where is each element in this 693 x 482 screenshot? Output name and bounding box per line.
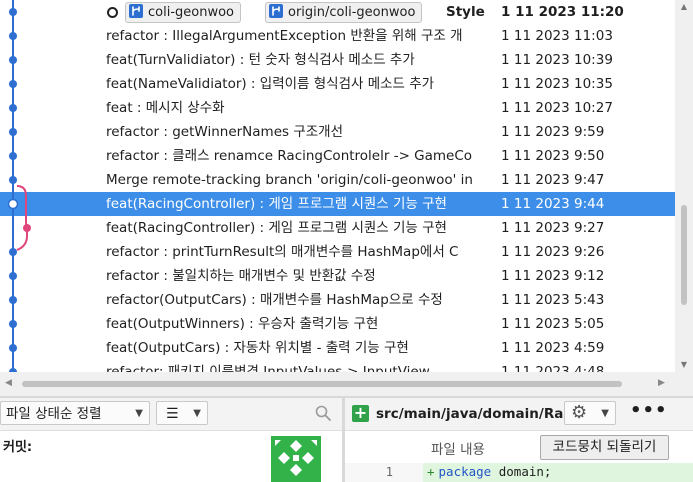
commit-history-list[interactable]: coli-geonwoo origin/coli-geonwoo Style 1… xyxy=(0,0,675,372)
sort-order-dropdown[interactable]: 파일 상태순 정렬 ▼ xyxy=(0,401,150,425)
commit-row[interactable]: refactor: 패키지 이름변경 InputValues-> InputVi… xyxy=(0,360,675,372)
chevron-down-icon: ▼ xyxy=(135,408,143,419)
discard-hunk-button[interactable]: 코드뭉치 되돌리기 xyxy=(540,435,669,460)
commit-message: refactor : 불일치하는 매개변수 및 반환값 수정 xyxy=(106,268,376,284)
commit-date: 1 11 2023 4:48 xyxy=(501,364,605,372)
line-number: 1 xyxy=(385,465,393,479)
commit-row[interactable]: Merge remote-tracking branch 'origin/col… xyxy=(0,168,675,192)
commit-message: feat(RacingController) : 게임 프로그램 시퀀스 기능 … xyxy=(106,196,447,212)
commit-message: refactor: 패키지 이름변경 InputValues-> InputVi… xyxy=(106,364,430,372)
sort-order-label: 파일 상태순 정렬 xyxy=(6,406,102,422)
code-keyword: package xyxy=(438,464,492,479)
commit-row[interactable]: refactor(OutputCars) : 매개변수를 HashMap으로 수… xyxy=(0,288,675,312)
commit-row-head[interactable]: coli-geonwoo origin/coli-geonwoo Style 1… xyxy=(0,0,675,24)
commit-message: refactor : IllegalArgumentException 반환을 … xyxy=(106,28,463,44)
commit-row[interactable]: feat(OutputWinners) : 우승자 출력기능 구현 1 11 2… xyxy=(0,312,675,336)
commit-date: 1 11 2023 9:50 xyxy=(501,148,605,164)
list-view-icon: ☰ xyxy=(166,406,179,422)
commit-date: 1 11 2023 9:12 xyxy=(501,268,605,284)
commit-row[interactable]: feat(NameValidiator) : 입력이름 형식검사 메소드 추가 … xyxy=(0,72,675,96)
file-status-toolbar: 파일 상태순 정렬 ▼ ☰ ▼ xyxy=(0,398,342,431)
chevron-down-icon: ▼ xyxy=(193,408,201,419)
commit-message: refactor(OutputCars) : 매개변수를 HashMap으로 수… xyxy=(106,292,443,308)
scroll-up-icon[interactable]: ▲ xyxy=(679,2,689,12)
scroll-left-icon[interactable]: ◀ xyxy=(5,378,12,388)
vertical-scroll-thumb[interactable] xyxy=(681,205,687,305)
commit-row[interactable]: feat : 메시지 상수화 1 11 2023 10:27 xyxy=(0,96,675,120)
diff-line: 1 + package domain; xyxy=(345,463,693,482)
scroll-down-icon[interactable]: ▼ xyxy=(679,360,689,370)
branch-icon xyxy=(269,4,283,18)
commit-date: 1 11 2023 10:35 xyxy=(501,76,613,92)
vertical-scrollbar[interactable]: ▲ ▼ xyxy=(675,0,693,372)
commit-date: 1 11 2023 9:44 xyxy=(501,196,605,212)
commit-date: 1 11 2023 10:27 xyxy=(501,100,613,116)
more-options-button[interactable]: ••• xyxy=(630,401,667,425)
commit-row[interactable]: refactor : IllegalArgumentException 반환을 … xyxy=(0,24,675,48)
remote-branch-label: origin/coli-geonwoo xyxy=(288,5,416,20)
commit-row-selected[interactable]: feat(RacingController) : 게임 프로그램 시퀀스 기능 … xyxy=(0,192,675,216)
code-text: domain; xyxy=(491,464,552,479)
commit-row[interactable]: refactor : 클래스 renamce RacingControlelr … xyxy=(0,144,675,168)
commit-row[interactable]: refactor : getWinnerNames 구조개선 1 11 2023… xyxy=(0,120,675,144)
diff-file-path: src/main/java/domain/Ra... xyxy=(376,406,579,422)
remote-branch-tag[interactable]: origin/coli-geonwoo xyxy=(265,2,423,23)
commit-message: refactor : printTurnResult의 매개변수를 HashMa… xyxy=(106,244,459,260)
commit-graph xyxy=(7,0,31,372)
commit-label: 커밋: xyxy=(3,440,33,455)
commit-row[interactable]: refactor : printTurnResult의 매개변수를 HashMa… xyxy=(0,240,675,264)
commit-date: 1 11 2023 9:26 xyxy=(501,244,605,260)
branch-icon xyxy=(129,4,143,18)
commit-message: feat(NameValidiator) : 입력이름 형식검사 메소드 추가 xyxy=(106,76,435,92)
local-branch-tag[interactable]: coli-geonwoo xyxy=(125,2,241,23)
more-icon: ••• xyxy=(630,400,668,421)
horizontal-scrollbar[interactable]: ◀ ▶ xyxy=(0,372,675,396)
commit-date: 1 11 2023 9:27 xyxy=(501,220,605,236)
file-content-label: 파일 내용 xyxy=(431,442,485,458)
commit-message: feat(OutputCars) : 자동차 위치별 - 출력 기능 구현 xyxy=(106,340,409,356)
commit-date: 1 11 2023 5:05 xyxy=(501,316,605,332)
added-code-line: + package domain; xyxy=(423,463,693,482)
file-added-icon: + xyxy=(352,403,369,422)
commit-message: feat(RacingController) : 게임 프로그램 시퀀스 기능 … xyxy=(106,220,447,236)
commit-date: 1 11 2023 10:39 xyxy=(501,52,613,68)
scrollbar-corner xyxy=(675,372,693,396)
commit-date: 1 11 2023 9:59 xyxy=(501,124,605,140)
commit-message: feat : 메시지 상수화 xyxy=(106,100,225,116)
chevron-down-icon: ▼ xyxy=(601,408,609,419)
commit-date: 1 11 2023 11:20 xyxy=(501,4,624,20)
gear-icon: ⚙ xyxy=(571,402,588,423)
diff-pane: + src/main/java/domain/Ra... ⚙ ▼ ••• 파일 … xyxy=(345,398,693,482)
commit-row[interactable]: feat(TurnValidiator) : 턴 숫자 형식검사 메소드 추가 … xyxy=(0,48,675,72)
commit-date: 1 11 2023 11:03 xyxy=(501,28,613,44)
commit-message: refactor : 클래스 renamce RacingControlelr … xyxy=(106,148,473,164)
head-marker-icon xyxy=(107,7,118,18)
local-branch-label: coli-geonwoo xyxy=(148,5,234,20)
horizontal-scroll-thumb[interactable] xyxy=(22,381,622,387)
file-status-pane: 파일 상태순 정렬 ▼ ☰ ▼ 커밋: xyxy=(0,398,342,482)
commit-row[interactable]: refactor : 불일치하는 매개변수 및 반환값 수정 1 11 2023… xyxy=(0,264,675,288)
scroll-right-icon[interactable]: ▶ xyxy=(658,378,665,388)
commit-message: Style xyxy=(446,4,485,20)
commit-row[interactable]: feat(RacingController) : 게임 프로그램 시퀀스 기능 … xyxy=(0,216,675,240)
commit-date: 1 11 2023 4:59 xyxy=(501,340,605,356)
commit-message: Merge remote-tracking branch 'origin/col… xyxy=(106,172,473,188)
diff-toolbar: + src/main/java/domain/Ra... ⚙ ▼ ••• xyxy=(345,398,693,431)
commit-message: feat(TurnValidiator) : 턴 숫자 형식검사 메소드 추가 xyxy=(106,52,415,68)
commit-message: feat(OutputWinners) : 우승자 출력기능 구현 xyxy=(106,316,379,332)
added-marker: + xyxy=(427,464,435,479)
commit-message: refactor : getWinnerNames 구조개선 xyxy=(106,124,344,140)
commit-graph-nodes xyxy=(7,8,31,372)
commit-row[interactable]: feat(OutputCars) : 자동차 위치별 - 출력 기능 구현 1 … xyxy=(0,336,675,360)
commit-date: 1 11 2023 5:43 xyxy=(501,292,605,308)
line-gutter: 1 xyxy=(345,463,423,482)
search-icon[interactable] xyxy=(314,404,332,422)
avatar xyxy=(271,436,321,482)
diff-options-button[interactable]: ⚙ ▼ xyxy=(564,401,616,425)
commit-date: 1 11 2023 9:47 xyxy=(501,172,605,188)
view-mode-dropdown[interactable]: ☰ ▼ xyxy=(156,401,208,425)
